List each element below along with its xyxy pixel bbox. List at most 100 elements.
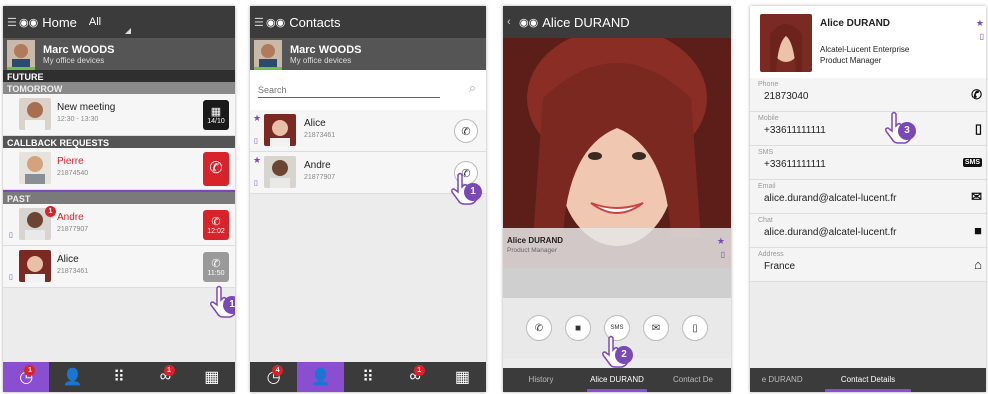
- search-input[interactable]: [258, 82, 440, 98]
- avatar: [19, 250, 51, 282]
- tab-contact[interactable]: e DURAND: [750, 368, 814, 392]
- mobile-icon: ▯: [9, 232, 13, 239]
- field-phone[interactable]: Phone 21873040 ✆: [750, 78, 986, 112]
- phone-icon: ✆: [211, 257, 221, 270]
- user-bar[interactable]: Marc WOODS My office devices: [3, 38, 235, 70]
- star-icon[interactable]: ★: [717, 236, 725, 247]
- contacts-title: Contacts: [289, 14, 341, 30]
- contact-details-screen: Alice DURAND Alcatel-Lucent Enterprise P…: [750, 6, 986, 392]
- list-item[interactable]: Pierre 21874540 ✆: [3, 148, 235, 190]
- nav-keypad[interactable]: ▦: [189, 362, 235, 392]
- keypad-icon: ▦: [454, 369, 470, 386]
- dropdown-arrow-icon[interactable]: [125, 28, 131, 34]
- back-icon[interactable]: ‹: [507, 16, 517, 28]
- hand-pointer-icon: 1: [450, 171, 484, 207]
- step-number: 1: [223, 296, 235, 314]
- bottom-nav: ◷ 4 👤 ⠿ ∞ 1 ▦: [250, 362, 486, 392]
- field-value: 21873040: [764, 91, 809, 102]
- nav-badge: 1: [24, 365, 36, 376]
- user-bar[interactable]: Marc WOODS My office devices: [250, 38, 486, 70]
- field-value: alice.durand@alcatel-lucent.fr: [764, 227, 897, 238]
- hand-pointer-icon: 3: [884, 110, 918, 146]
- phone-icon: ✆: [461, 125, 471, 138]
- call-button[interactable]: ✆: [526, 315, 552, 341]
- avatar: [264, 114, 296, 146]
- nav-contacts[interactable]: 👤: [49, 362, 95, 392]
- list-item[interactable]: 1 ▯ Andre 21877907 ✆ 12:02: [3, 204, 235, 246]
- field-chat[interactable]: Chat alice.durand@alcatel-lucent.fr ■: [750, 214, 986, 248]
- search-icon[interactable]: ⌕: [469, 80, 476, 96]
- list-item[interactable]: ▯ Alice 21873461 ✆ 11:50: [3, 246, 235, 288]
- past-call-time: 12:02: [207, 227, 225, 235]
- nav-voicemail[interactable]: ∞ 1: [142, 362, 188, 392]
- step-number: 3: [898, 122, 916, 140]
- section-future: FUTURE: [3, 70, 235, 82]
- email-icon[interactable]: ✉: [971, 189, 982, 205]
- callback-button[interactable]: ✆: [203, 152, 229, 186]
- chat-button[interactable]: ■: [565, 315, 591, 341]
- phone-icon[interactable]: ✆: [971, 87, 982, 103]
- meeting-date: 14/10: [207, 117, 225, 125]
- contact-row[interactable]: ★ ▯ Alice 21873461 ✆: [250, 110, 486, 152]
- phone-icon: ✆: [534, 322, 544, 334]
- meeting-date-box[interactable]: ▦ 14/10: [203, 100, 229, 130]
- nav-history[interactable]: ◷ 4: [250, 362, 297, 392]
- avatar: [254, 40, 282, 68]
- chat-icon: ■: [574, 322, 582, 334]
- avatar: [264, 156, 296, 188]
- tab-contact[interactable]: Alice DURAND: [579, 368, 655, 392]
- nav-dialpad[interactable]: ⠿: [96, 362, 142, 392]
- nav-history[interactable]: ◷ 1: [3, 362, 50, 392]
- field-value: +33611111111: [764, 159, 826, 170]
- past-call-name: Andre: [57, 212, 84, 223]
- mobile-icon[interactable]: ▯: [975, 121, 982, 137]
- nav-contacts[interactable]: 👤: [297, 362, 345, 392]
- nav-voicemail[interactable]: ∞ 1: [392, 362, 439, 392]
- filter-dropdown[interactable]: All: [89, 16, 101, 28]
- field-address[interactable]: Address France ⌂: [750, 248, 986, 282]
- past-call-number: 21873461: [57, 268, 89, 275]
- divider: [503, 268, 731, 298]
- sms-icon[interactable]: SMS: [962, 158, 982, 167]
- email-button[interactable]: ✉: [643, 315, 669, 341]
- tab-contact-details[interactable]: Contact Details: [814, 368, 921, 392]
- field-label: Address: [758, 251, 784, 258]
- nav-badge: 4: [272, 365, 284, 376]
- menu-icon[interactable]: ☰: [254, 16, 264, 29]
- field-email[interactable]: Email alice.durand@alcatel-lucent.fr ✉: [750, 180, 986, 214]
- chat-icon[interactable]: ■: [974, 223, 982, 238]
- mobile-button[interactable]: ▯: [682, 315, 708, 341]
- dialpad-icon: ⠿: [113, 369, 125, 386]
- mobile-icon: ▯: [979, 32, 984, 41]
- avatar: [19, 98, 51, 130]
- call-back-button[interactable]: ✆ 12:02: [203, 210, 229, 240]
- contact-card-screen: ‹ ◉◉ Alice DURAND Alice DURAND Product M…: [503, 6, 731, 392]
- section-callback: CALLBACK REQUESTS: [3, 136, 235, 148]
- home-icon[interactable]: ⌂: [974, 257, 982, 272]
- mobile-icon: ▯: [9, 274, 13, 281]
- user-devices: My office devices: [43, 55, 105, 65]
- contact-name: Alice: [304, 118, 326, 129]
- callback-number: 21874540: [57, 170, 89, 177]
- field-sms[interactable]: SMS +33611111111 SMS: [750, 146, 986, 180]
- tab-bar: e DURAND Contact Details: [750, 368, 986, 392]
- nav-dialpad[interactable]: ⠿: [344, 362, 391, 392]
- nav-keypad[interactable]: ▦: [439, 362, 486, 392]
- field-mobile[interactable]: Mobile +33611111111 ▯: [750, 112, 986, 146]
- call-button[interactable]: ✆: [454, 119, 478, 143]
- call-back-button[interactable]: ✆ 11:50: [203, 252, 229, 282]
- contacts-screen: ☰ ◉◉ Contacts Marc WOODS My office devic…: [250, 6, 486, 392]
- mobile-icon: ▯: [254, 180, 258, 187]
- menu-icon[interactable]: ☰: [7, 16, 17, 29]
- user-devices: My office devices: [290, 55, 352, 65]
- past-call-number: 21877907: [57, 226, 89, 233]
- star-icon[interactable]: ★: [976, 18, 984, 29]
- list-item[interactable]: New meeting 12:30 - 13:30 ▦ 14/10: [3, 94, 235, 136]
- tab-history[interactable]: History: [503, 368, 579, 392]
- contact-top-bar: ‹ ◉◉ Alice DURAND: [503, 6, 731, 38]
- tab-contact-details[interactable]: Contact De: [655, 368, 731, 392]
- star-icon: ★: [253, 155, 262, 165]
- contact-name: Alice DURAND: [507, 236, 564, 245]
- star-icon: ★: [253, 113, 262, 123]
- callback-name: Pierre: [57, 156, 84, 167]
